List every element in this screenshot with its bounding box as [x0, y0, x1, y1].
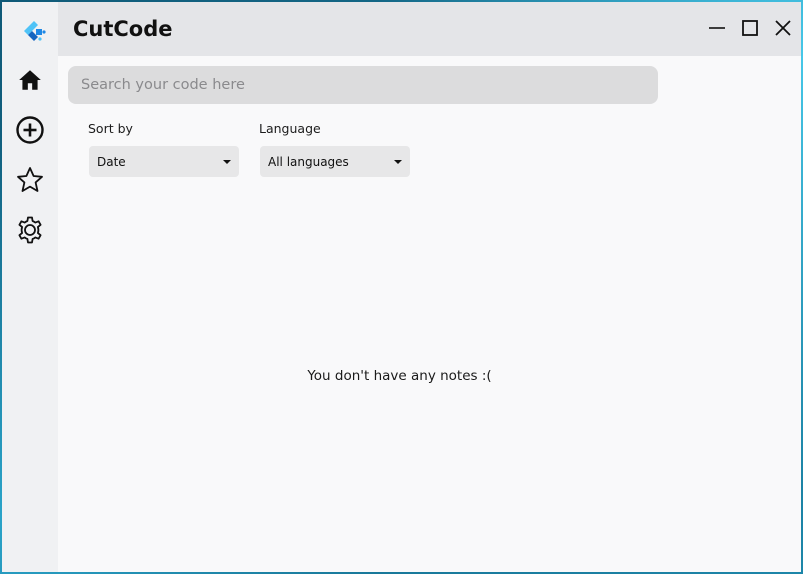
sort-by-select[interactable]: Date: [89, 146, 239, 177]
chevron-down-icon: [394, 159, 402, 164]
minimize-button[interactable]: [704, 15, 730, 41]
maximize-icon: [742, 20, 758, 36]
minimize-icon: [709, 27, 725, 29]
title-bar: CutCode: [58, 2, 801, 56]
sidebar-item-settings[interactable]: [10, 210, 50, 250]
search-input[interactable]: [68, 66, 658, 104]
star-icon: [17, 167, 43, 192]
gear-icon: [18, 216, 42, 244]
empty-state: You don't have any notes :(: [2, 368, 801, 384]
close-button[interactable]: [770, 15, 796, 41]
app-window: CutCode Sort by Date Language All langua…: [2, 2, 801, 572]
sidebar-item-add[interactable]: [10, 110, 50, 150]
empty-state-message: You don't have any notes :(: [307, 368, 492, 384]
close-icon: [775, 20, 791, 36]
language-value: All languages: [268, 154, 349, 169]
home-icon: [19, 70, 41, 90]
maximize-button[interactable]: [737, 15, 763, 41]
plus-circle-icon: [16, 116, 44, 144]
language-select[interactable]: All languages: [260, 146, 410, 177]
chevron-down-icon: [223, 159, 231, 164]
language-label: Language: [259, 121, 321, 136]
app-logo-icon: [22, 19, 48, 45]
sidebar-item-home[interactable]: [10, 60, 50, 100]
sidebar-item-favorites[interactable]: [10, 160, 50, 200]
app-title: CutCode: [73, 17, 173, 41]
sort-by-value: Date: [97, 154, 126, 169]
sidebar: [2, 2, 58, 572]
sort-by-label: Sort by: [88, 121, 133, 136]
